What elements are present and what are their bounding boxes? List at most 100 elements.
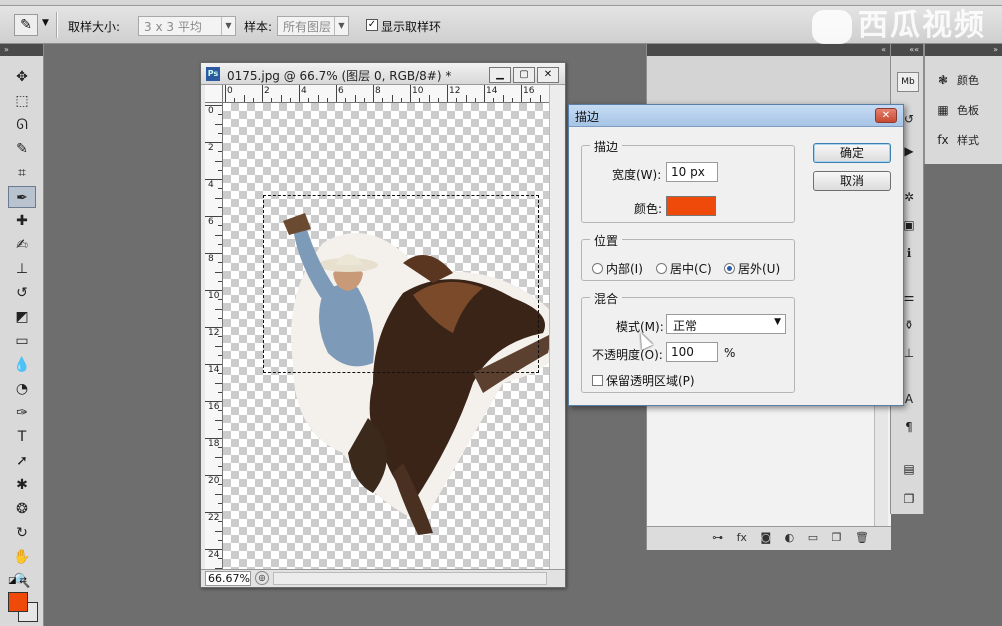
brush-tool-icon[interactable]: ✍	[8, 234, 36, 256]
eraser-tool-icon[interactable]: ◩	[8, 306, 36, 328]
channels-icon[interactable]: ❐	[900, 490, 918, 508]
mode-value: 正常	[673, 319, 698, 333]
ruler-tick	[215, 382, 222, 384]
lasso-tool-icon[interactable]: ᘏ	[8, 114, 36, 136]
layers-scrollbar[interactable]	[874, 404, 888, 526]
stroke-color-swatch[interactable]	[666, 196, 716, 216]
status-menu-icon[interactable]: ◎	[255, 571, 269, 585]
close-icon[interactable]: ✕	[537, 67, 559, 83]
layers-list[interactable]	[647, 404, 891, 526]
tool-preset-dropdown-icon[interactable]: ▼	[42, 18, 49, 28]
ruler-tick	[218, 114, 222, 116]
color-panel-tab[interactable]: ❃ 颜色	[935, 72, 979, 88]
ruler-tick	[493, 98, 495, 102]
swatches-panel-tab[interactable]: ▦ 色板	[935, 102, 979, 118]
ok-button[interactable]: 确定	[813, 143, 891, 163]
document-title-bar[interactable]: Ps 0175.jpg @ 66.7% (图层 0, RGB/8#) * ▁ ▢ ✕	[201, 63, 565, 85]
ruler-tick	[205, 327, 222, 328]
layers-footer: ⊶ fx ◙ ◐ ▭ ❐ 🗑	[647, 526, 891, 550]
mode-select[interactable]: 正常 ▼	[666, 314, 786, 334]
crop-tool-icon[interactable]: ⌗	[8, 162, 36, 184]
3d-orbit-tool-icon[interactable]: ↻	[8, 522, 36, 544]
horizontal-ruler[interactable]: 0 2 4 6 8 10 12 14 16	[223, 85, 551, 103]
zoom-level-field[interactable]: 66.67%	[205, 571, 251, 586]
mini-bridge-icon[interactable]: Mb	[897, 72, 919, 92]
ruler-label: 24	[208, 550, 220, 560]
delete-layer-icon[interactable]: 🗑	[855, 531, 869, 544]
dodge-tool-icon[interactable]: ◔	[8, 378, 36, 400]
foreground-color-swatch[interactable]	[8, 592, 28, 612]
ruler-tick	[299, 85, 300, 102]
opacity-input[interactable]: 100	[666, 342, 718, 362]
show-ring-checkbox[interactable]: ✓	[366, 19, 378, 31]
center-radio-button[interactable]	[656, 263, 667, 274]
dialog-title-bar[interactable]: 描边 ✕	[569, 105, 903, 127]
cancel-button[interactable]: 取消	[813, 171, 891, 191]
width-input[interactable]: 10 px	[666, 162, 718, 182]
pen-tool-icon[interactable]: ✑	[8, 402, 36, 424]
swatches-grid-icon: ▦	[937, 103, 949, 117]
position-group: 位置 内部(I) 居中(C) 居外(U)	[581, 232, 795, 281]
stroke-dialog: 描边 ✕ 描边 宽度(W): 10 px 颜色: 位置 内部(I) 居中(C) …	[568, 104, 904, 406]
outside-radio[interactable]: 居外(U)	[724, 260, 780, 277]
eyedropper-tool-icon[interactable]: ✒	[8, 186, 36, 208]
clone-stamp-tool-icon[interactable]: ⊥	[8, 258, 36, 280]
gradient-tool-icon[interactable]: ▭	[8, 330, 36, 352]
ruler-tick	[218, 188, 222, 190]
minimize-icon[interactable]: ▁	[489, 67, 511, 83]
preserve-transparency-checkbox[interactable]: 保留透明区域(P)	[592, 372, 695, 389]
inside-radio-button[interactable]	[592, 263, 603, 274]
paragraph-icon[interactable]: ¶	[900, 418, 918, 436]
layer-style-icon[interactable]: fx	[737, 531, 747, 544]
blur-tool-icon[interactable]: 💧	[8, 354, 36, 376]
panel-collapse-header[interactable]: «	[647, 44, 890, 56]
ruler-origin[interactable]	[205, 85, 223, 103]
ruler-label: 4	[208, 180, 214, 190]
inside-radio[interactable]: 内部(I)	[592, 260, 643, 277]
healing-brush-tool-icon[interactable]: ✚	[8, 210, 36, 232]
ruler-tick	[326, 98, 328, 102]
vertical-ruler[interactable]: 0 2 4 6 8 10 12 14 16 18 20 22 24	[205, 103, 223, 569]
tools-panel-header[interactable]: »	[0, 44, 43, 56]
link-layers-icon[interactable]: ⊶	[712, 531, 723, 544]
sample-select[interactable]: 所有图层 ▼	[277, 16, 349, 36]
ruler-tick	[215, 234, 222, 236]
eyedropper-tool-icon[interactable]: ✎	[14, 14, 38, 36]
blending-group: 混合 模式(M): 正常 ▼ 不透明度(O): 100 % 保留透明区域(P)	[581, 290, 795, 393]
maximize-icon[interactable]: ▢	[513, 67, 535, 83]
close-icon[interactable]: ✕	[875, 108, 897, 123]
default-colors-icon[interactable]: ◪ ⇄	[8, 576, 27, 586]
quick-select-tool-icon[interactable]: ✎	[8, 138, 36, 160]
ruler-tick	[205, 290, 222, 291]
dock-strip-header[interactable]: ««	[891, 44, 923, 56]
blending-group-label: 混合	[590, 290, 623, 307]
path-select-tool-icon[interactable]: ➚	[8, 450, 36, 472]
adjustment-layer-icon[interactable]: ◐	[785, 531, 795, 544]
canvas[interactable]	[223, 103, 551, 569]
center-radio[interactable]: 居中(C)	[656, 260, 712, 277]
type-tool-icon[interactable]: T	[8, 426, 36, 448]
marquee-tool-icon[interactable]: ⬚	[8, 90, 36, 112]
dock-right-header[interactable]: »	[925, 44, 1002, 56]
ruler-tick	[252, 98, 254, 102]
outside-radio-button[interactable]	[724, 263, 735, 274]
ruler-tick	[218, 484, 222, 486]
watermark-text: 西瓜视频	[858, 8, 986, 43]
shape-tool-icon[interactable]: ✱	[8, 474, 36, 496]
move-tool-icon[interactable]: ✥	[8, 66, 36, 88]
sample-size-select[interactable]: 3 x 3 平均 ▼	[138, 16, 236, 36]
layers-icon[interactable]: ▤	[900, 460, 918, 478]
3d-rotate-tool-icon[interactable]: ❂	[8, 498, 36, 520]
add-mask-icon[interactable]: ◙	[760, 531, 771, 544]
ruler-label: 18	[208, 439, 220, 449]
hand-tool-icon[interactable]: ✋	[8, 546, 36, 568]
position-group-label: 位置	[590, 232, 623, 249]
center-label: 居中(C)	[670, 262, 712, 276]
history-brush-tool-icon[interactable]: ↺	[8, 282, 36, 304]
horizontal-scrollbar[interactable]	[273, 572, 547, 585]
vertical-scrollbar[interactable]	[549, 85, 565, 569]
new-group-icon[interactable]: ▭	[808, 531, 818, 544]
styles-panel-tab[interactable]: fx 样式	[935, 132, 979, 148]
preserve-transparency-box[interactable]	[592, 375, 603, 386]
new-layer-icon[interactable]: ❐	[832, 531, 842, 544]
